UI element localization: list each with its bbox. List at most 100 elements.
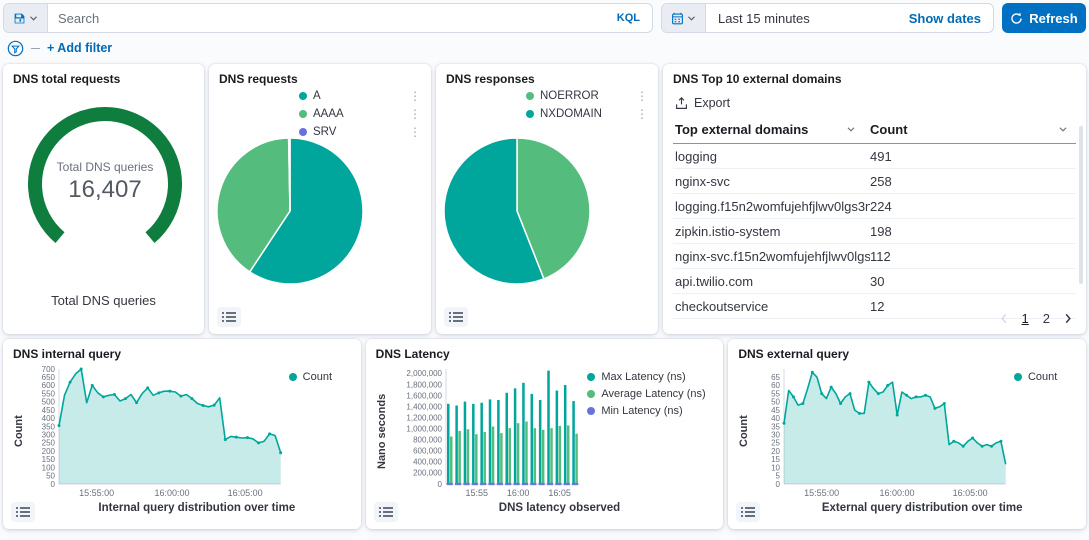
svg-text:400,000: 400,000: [413, 458, 442, 467]
legend-dot: [526, 92, 534, 100]
svg-text:10: 10: [771, 463, 780, 472]
legend-item[interactable]: AAAA ⋮: [299, 108, 421, 120]
chevron-down-icon[interactable]: [1058, 126, 1068, 133]
legend-toggle-button[interactable]: [11, 502, 35, 522]
x-axis-title: External query distribution over time: [738, 502, 1076, 514]
svg-text:100: 100: [42, 463, 56, 472]
legend-item[interactable]: Average Latency (ns): [587, 388, 713, 400]
filter-icon[interactable]: [7, 40, 24, 57]
legend-item[interactable]: NXDOMAIN⋮: [526, 108, 648, 120]
table-row[interactable]: nginx-svc258: [673, 169, 1076, 194]
time-range-label[interactable]: Last 15 minutes: [706, 11, 909, 26]
svg-text:1,200,000: 1,200,000: [406, 413, 442, 422]
search-input[interactable]: [48, 11, 605, 26]
svg-text:30: 30: [771, 431, 780, 440]
legend-item-menu-icon[interactable]: ⋮: [409, 128, 421, 136]
legend-dot: [299, 128, 307, 136]
svg-text:50: 50: [771, 398, 780, 407]
panel-dns-requests: DNS requests A⋮AAAA⋮SRV⋮: [209, 64, 431, 334]
legend-label: Count: [1028, 371, 1057, 383]
panel-title: DNS external query: [738, 347, 1076, 361]
svg-text:0: 0: [437, 480, 442, 489]
dashboard-grid: DNS total requests Total DNS queries 16,…: [3, 64, 1086, 537]
table-row[interactable]: api.twilio.com30: [673, 269, 1076, 294]
export-button[interactable]: Export: [675, 96, 745, 110]
legend-dot: [299, 110, 307, 118]
kibana-dns-dashboard: KQL Last 15 minutes Show dates Refresh: [0, 0, 1089, 540]
chevron-down-icon[interactable]: [846, 126, 856, 133]
svg-text:60: 60: [771, 381, 780, 390]
table-row[interactable]: zipkin.istio-system198: [673, 219, 1076, 244]
responses-pie-chart[interactable]: [442, 136, 592, 286]
chart-legend: Count: [1014, 363, 1076, 499]
svg-text:15:55: 15:55: [465, 488, 488, 498]
legend-toggle-button[interactable]: [444, 307, 468, 327]
legend-label: Max Latency (ns): [601, 371, 685, 383]
list-icon: [449, 311, 463, 323]
svg-text:550: 550: [42, 389, 56, 398]
svg-text:45: 45: [771, 406, 780, 415]
legend-label: A: [313, 90, 321, 102]
svg-text:200: 200: [42, 447, 56, 456]
refresh-button[interactable]: Refresh: [1002, 3, 1086, 33]
legend-toggle-button[interactable]: [374, 502, 398, 522]
svg-text:25: 25: [771, 439, 780, 448]
domain-cell: logging: [675, 149, 870, 164]
external-query-area-chart[interactable]: 0510152025303540455055606515:55:0016:00:…: [752, 363, 1014, 499]
page-number-1[interactable]: 1: [1022, 311, 1029, 326]
add-filter-link[interactable]: + Add filter: [47, 41, 112, 55]
legend-toggle-button[interactable]: [217, 307, 241, 327]
latency-bar-chart[interactable]: 0200,000400,000600,000800,0001,000,0001,…: [390, 363, 588, 499]
table-row[interactable]: logging491: [673, 144, 1076, 169]
calendar-icon: [671, 12, 684, 25]
domain-cell: zipkin.istio-system: [675, 224, 870, 239]
legend-item[interactable]: Count: [289, 371, 351, 383]
svg-text:0: 0: [776, 480, 781, 489]
legend-item-menu-icon[interactable]: ⋮: [409, 92, 421, 100]
svg-text:16:00:00: 16:00:00: [155, 488, 190, 498]
next-page-icon[interactable]: [1064, 313, 1072, 324]
page-number-2[interactable]: 2: [1043, 311, 1050, 326]
panel-title: DNS requests: [219, 72, 421, 86]
domain-cell: nginx-svc: [675, 174, 870, 189]
table-row[interactable]: logging.f15n2womfujehfjlwv0lgs3nog....22…: [673, 194, 1076, 219]
chart-legend: Max Latency (ns) Average Latency (ns) Min …: [587, 363, 713, 499]
svg-text:600,000: 600,000: [413, 447, 442, 456]
chart-legend: Count: [289, 363, 351, 499]
list-icon: [16, 506, 30, 518]
column-header-domains[interactable]: Top external domains: [675, 122, 870, 137]
previous-page-icon[interactable]: [1000, 313, 1008, 324]
svg-text:16:00:00: 16:00:00: [880, 488, 915, 498]
table-header: Top external domains Count: [673, 118, 1076, 144]
show-dates-link[interactable]: Show dates: [909, 11, 993, 26]
table-scrollbar[interactable]: [1079, 126, 1083, 284]
legend-toggle-button[interactable]: [736, 502, 760, 522]
svg-text:350: 350: [42, 422, 56, 431]
legend-label: Count: [303, 371, 332, 383]
legend-item-menu-icon[interactable]: ⋮: [636, 110, 648, 118]
legend-item[interactable]: A⋮: [299, 90, 421, 102]
legend-item[interactable]: Max Latency (ns): [587, 371, 713, 383]
legend-item[interactable]: NOERROR⋮: [526, 90, 648, 102]
count-cell: 224: [870, 199, 1074, 214]
top-bar: KQL Last 15 minutes Show dates Refresh: [3, 3, 1086, 33]
legend-item[interactable]: Count: [1014, 371, 1076, 383]
table-row[interactable]: nginx-svc.f15n2womfujehfjlwv0lgs3no...11…: [673, 244, 1076, 269]
saved-query-menu-button[interactable]: [4, 4, 48, 32]
export-icon: [675, 97, 688, 110]
legend-item-menu-icon[interactable]: ⋮: [409, 110, 421, 118]
requests-pie-chart[interactable]: [215, 136, 365, 286]
kql-language-button[interactable]: KQL: [605, 12, 652, 24]
internal-query-area-chart[interactable]: 0501001502002503003504004505005506006507…: [27, 363, 289, 499]
legend-label: AAAA: [313, 108, 344, 120]
panel-title: DNS responses: [446, 72, 648, 86]
legend-item[interactable]: Min Latency (ns): [587, 405, 713, 417]
gauge-chart[interactable]: Total DNS queries 16,407: [13, 94, 197, 270]
search-bar: KQL: [3, 3, 653, 33]
column-header-count[interactable]: Count: [870, 122, 1074, 137]
legend-label: Average Latency (ns): [601, 388, 705, 400]
chevron-down-icon: [29, 15, 38, 22]
svg-text:800,000: 800,000: [413, 436, 442, 445]
legend-item-menu-icon[interactable]: ⋮: [636, 92, 648, 100]
date-quick-menu-button[interactable]: [662, 4, 706, 32]
